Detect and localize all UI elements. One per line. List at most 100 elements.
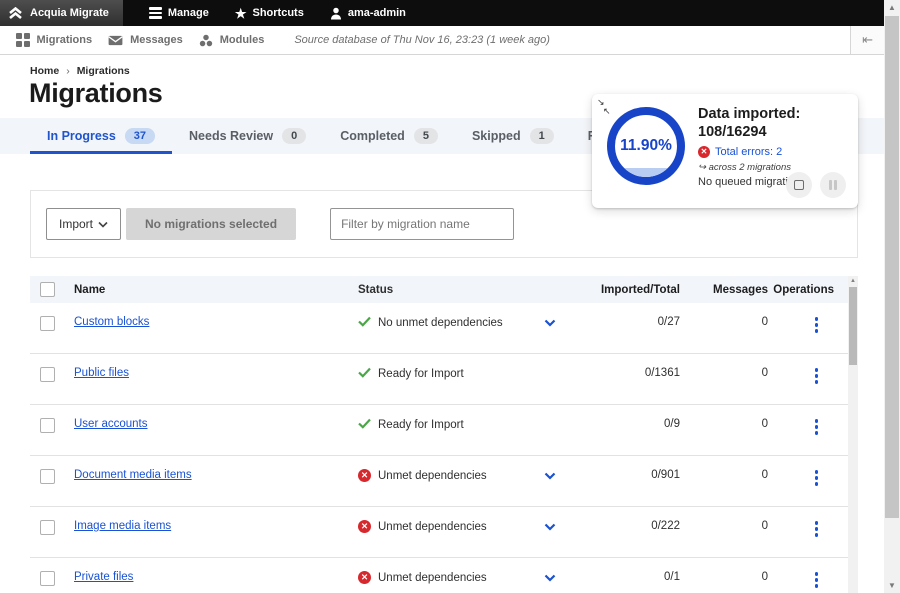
error-icon: ✕ <box>358 571 371 584</box>
tab-in-progress[interactable]: In Progress 37 <box>30 118 172 154</box>
tab-count-badge: 0 <box>282 128 306 144</box>
nav-messages-label: Messages <box>130 34 183 46</box>
acquia-migrate-brand[interactable]: Acquia Migrate <box>0 0 123 26</box>
column-header-messages: Messages <box>680 284 768 296</box>
table-scrollbar-thumb[interactable] <box>849 287 857 365</box>
scroll-up-icon[interactable]: ▲ <box>884 0 900 15</box>
imported-total-value: 0/1 <box>568 571 680 583</box>
expand-chevron-icon[interactable] <box>544 523 556 531</box>
tab-needs-review[interactable]: Needs Review 0 <box>172 118 323 154</box>
migrate-toolbar: Migrations Messages Modules Source datab… <box>0 26 884 55</box>
messages-count: 0 <box>680 367 768 379</box>
shortcuts-menu[interactable]: ★ Shortcuts <box>235 7 304 20</box>
resize-handle[interactable]: ↘ ↖ <box>597 96 615 116</box>
select-all-checkbox[interactable] <box>40 282 55 297</box>
table-row: Public files ✕ Ready for Import 0/1361 0 <box>30 354 858 405</box>
pause-import-button[interactable] <box>820 172 846 198</box>
migration-name-link[interactable]: Image media items <box>74 520 171 532</box>
status-text: Unmet dependencies <box>378 470 487 482</box>
migration-name-link[interactable]: Private files <box>74 571 133 583</box>
table-row: User accounts ✕ Ready for Import 0/9 0 <box>30 405 858 456</box>
tab-count-badge: 37 <box>125 128 155 144</box>
migration-name-link[interactable]: Document media items <box>74 469 192 481</box>
migration-name-link[interactable]: User accounts <box>74 418 148 430</box>
tab-skipped[interactable]: Skipped 1 <box>455 118 571 154</box>
breadcrumb: Home›Migrations <box>30 65 130 77</box>
row-checkbox[interactable] <box>40 520 55 535</box>
row-checkbox[interactable] <box>40 367 55 382</box>
star-icon: ★ <box>235 7 247 20</box>
double-chevron-up-icon <box>8 7 23 20</box>
check-icon <box>358 316 371 327</box>
table-row: Document media items ✕ Unmet dependencie… <box>30 456 858 507</box>
scroll-up-icon[interactable]: ▲ <box>848 276 858 286</box>
migrations-table: Name Status Imported/Total Messages Oper… <box>30 276 858 593</box>
expand-chevron-icon[interactable] <box>544 574 556 582</box>
operations-kebab-icon[interactable] <box>811 469 823 487</box>
tab-label: In Progress <box>47 129 116 143</box>
page-scrollbar[interactable]: ▲ ▼ <box>884 0 900 593</box>
row-checkbox[interactable] <box>40 571 55 586</box>
nav-messages[interactable]: Messages <box>108 34 183 46</box>
tab-label: Needs Review <box>189 129 273 143</box>
data-imported-heading: Data imported: 108/16294 <box>698 105 850 141</box>
breadcrumb-home-link[interactable]: Home <box>30 65 59 77</box>
import-dropdown-button[interactable]: Import <box>46 208 121 240</box>
total-errors-link[interactable]: ✕ Total errors: 2 <box>698 146 850 158</box>
brand-label: Acquia Migrate <box>30 7 109 19</box>
operations-kebab-icon[interactable] <box>811 316 823 334</box>
nav-modules[interactable]: Modules <box>199 34 265 47</box>
manage-label: Manage <box>168 7 209 19</box>
operations-kebab-icon[interactable] <box>811 418 823 436</box>
envelope-icon <box>108 35 123 46</box>
column-header-imported-total: Imported/Total <box>568 284 680 296</box>
tab-label: Skipped <box>472 129 521 143</box>
breadcrumb-current: Migrations <box>77 65 130 77</box>
progress-fill <box>615 168 677 177</box>
migration-filter-input[interactable] <box>330 208 514 240</box>
chevron-down-icon <box>98 221 108 228</box>
messages-count: 0 <box>680 316 768 328</box>
expand-chevron-icon[interactable] <box>544 472 556 480</box>
error-icon: ✕ <box>358 469 371 482</box>
stop-import-button[interactable] <box>786 172 812 198</box>
across-arrow-icon: ↪ <box>698 162 706 173</box>
scroll-down-icon[interactable]: ▼ <box>884 578 900 593</box>
imported-total-value: 0/222 <box>568 520 680 532</box>
table-row: Image media items ✕ Unmet dependencies 0… <box>30 507 858 558</box>
user-menu[interactable]: ama-admin <box>330 7 406 20</box>
messages-count: 0 <box>680 520 768 532</box>
operations-kebab-icon[interactable] <box>811 571 823 589</box>
row-checkbox[interactable] <box>40 418 55 433</box>
expand-chevron-icon[interactable] <box>544 319 556 327</box>
status-text: No unmet dependencies <box>378 317 503 329</box>
manage-menu[interactable]: Manage <box>149 7 209 19</box>
messages-count: 0 <box>680 469 768 481</box>
collapse-icon: ⇤ <box>862 32 873 48</box>
migration-name-link[interactable]: Public files <box>74 367 129 379</box>
check-icon <box>358 418 371 429</box>
grid-icon <box>16 33 30 47</box>
table-header-row: Name Status Imported/Total Messages Oper… <box>30 276 858 303</box>
row-checkbox[interactable] <box>40 469 55 484</box>
page-scrollbar-thumb[interactable] <box>885 16 899 518</box>
column-header-name: Name <box>74 284 358 296</box>
check-icon <box>358 367 371 378</box>
total-errors-label: Total errors: 2 <box>715 146 782 158</box>
stop-icon <box>794 180 804 190</box>
toolbar-collapse-button[interactable]: ⇤ <box>850 26 884 54</box>
row-checkbox[interactable] <box>40 316 55 331</box>
messages-count: 0 <box>680 571 768 583</box>
tab-completed[interactable]: Completed 5 <box>323 118 455 154</box>
tab-label: Completed <box>340 129 405 143</box>
nav-migrations[interactable]: Migrations <box>16 33 92 47</box>
page-title: Migrations <box>29 78 163 109</box>
column-header-status: Status <box>358 284 568 296</box>
migration-name-link[interactable]: Custom blocks <box>74 316 149 328</box>
selection-status-button[interactable]: No migrations selected <box>126 208 296 240</box>
table-scrollbar[interactable]: ▲ <box>848 276 858 593</box>
imported-total-value: 0/27 <box>568 316 680 328</box>
error-icon: ✕ <box>698 146 710 158</box>
operations-kebab-icon[interactable] <box>811 520 823 538</box>
operations-kebab-icon[interactable] <box>811 367 823 385</box>
